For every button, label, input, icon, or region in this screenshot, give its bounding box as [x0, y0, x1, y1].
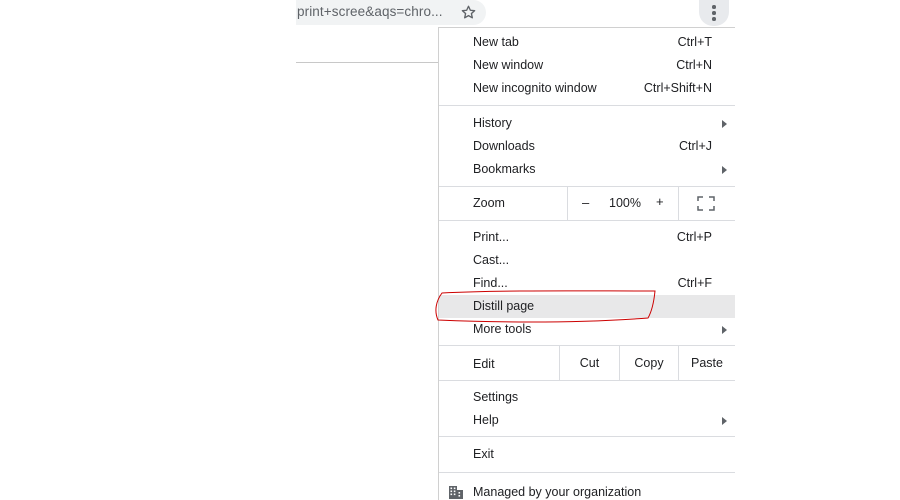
zoom-in-button[interactable]: +	[656, 194, 664, 209]
fullscreen-icon[interactable]	[697, 196, 715, 211]
submenu-arrow-icon	[722, 120, 727, 128]
menu-item-history[interactable]: History	[439, 112, 735, 135]
menu-item-help[interactable]: Help	[439, 409, 735, 432]
menu-separator	[439, 472, 735, 473]
building-icon	[449, 486, 463, 499]
shortcut-text: Ctrl+T	[677, 35, 712, 49]
submenu-arrow-icon	[722, 417, 727, 425]
menu-item-settings[interactable]: Settings	[439, 386, 735, 409]
chrome-main-menu: New tab Ctrl+T New window Ctrl+N New inc…	[438, 27, 735, 500]
copy-button[interactable]: Copy	[619, 346, 678, 380]
menu-item-bookmarks[interactable]: Bookmarks	[439, 158, 735, 181]
three-dots-vertical-icon[interactable]	[712, 5, 716, 21]
menu-item-downloads[interactable]: Downloads Ctrl+J	[439, 135, 735, 158]
menu-separator	[439, 380, 735, 381]
edit-label: Edit	[473, 357, 495, 371]
shortcut-text: Ctrl+F	[677, 276, 712, 290]
zoom-level: 100%	[609, 196, 641, 210]
zoom-row: Zoom – 100% +	[439, 187, 735, 220]
star-outline-icon[interactable]	[460, 4, 477, 21]
shortcut-text: Ctrl+Shift+N	[643, 81, 712, 95]
cut-button[interactable]: Cut	[559, 346, 619, 380]
page-divider	[296, 62, 439, 63]
menu-item-find[interactable]: Find... Ctrl+F	[439, 272, 735, 295]
menu-item-more-tools[interactable]: More tools	[439, 318, 735, 341]
menu-item-print[interactable]: Print... Ctrl+P	[439, 226, 735, 249]
zoom-control: – 100% +	[567, 187, 679, 220]
menu-item-exit[interactable]: Exit	[439, 443, 735, 466]
menu-item-distill-page[interactable]: Distill page	[439, 295, 735, 318]
submenu-arrow-icon	[722, 166, 727, 174]
submenu-arrow-icon	[722, 326, 727, 334]
menu-item-new-window[interactable]: New window Ctrl+N	[439, 54, 735, 77]
menu-separator	[439, 220, 735, 221]
menu-item-managed[interactable]: Managed by your organization	[439, 481, 735, 500]
zoom-label: Zoom	[473, 196, 505, 210]
url-text[interactable]: print+scree&aqs=chro...	[297, 4, 442, 22]
shortcut-text: Ctrl+N	[676, 58, 712, 72]
shortcut-text: Ctrl+J	[679, 139, 712, 153]
shortcut-text: Ctrl+P	[676, 230, 712, 244]
menu-item-new-incognito-window[interactable]: New incognito window Ctrl+Shift+N	[439, 77, 735, 100]
menu-separator	[439, 105, 735, 106]
menu-item-cast[interactable]: Cast...	[439, 249, 735, 272]
zoom-out-button[interactable]: –	[582, 195, 589, 210]
menu-item-new-tab[interactable]: New tab Ctrl+T	[439, 31, 735, 54]
browser-window: print+scree&aqs=chro... New tab Ctrl+T N…	[0, 0, 900, 500]
edit-row: Edit Cut Copy Paste	[439, 346, 735, 380]
paste-button[interactable]: Paste	[678, 346, 735, 380]
menu-separator	[439, 436, 735, 437]
